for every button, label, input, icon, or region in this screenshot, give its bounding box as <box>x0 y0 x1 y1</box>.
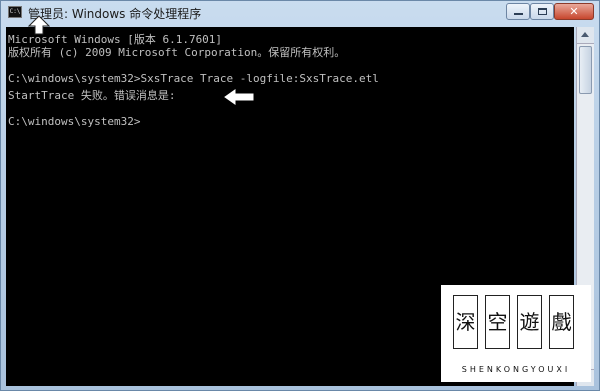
watermark-char: 戲 <box>549 295 574 349</box>
scroll-up-icon <box>581 32 589 37</box>
watermark-char: 遊 <box>517 295 542 349</box>
up-arrow-icon <box>28 15 50 35</box>
watermark-subtitle: SHENKONGYOUXI <box>461 365 571 374</box>
minimize-icon <box>514 13 523 15</box>
title-bar[interactable]: C:\ 管理员: Windows 命令处理程序 ✕ <box>1 1 600 25</box>
watermark-char: 深 <box>453 295 478 349</box>
maximize-button[interactable] <box>530 3 554 20</box>
close-icon: ✕ <box>569 5 579 18</box>
console-line: StartTrace 失败。错误消息是: <box>8 89 176 102</box>
window-title: 管理员: Windows 命令处理程序 <box>28 7 202 21</box>
watermark-logo: 深 空 遊 戲 SHENKONGYOUXI <box>441 285 591 382</box>
minimize-button[interactable] <box>506 3 530 20</box>
close-button[interactable]: ✕ <box>554 3 594 20</box>
maximize-icon <box>538 8 547 15</box>
watermark-char: 空 <box>485 295 510 349</box>
left-arrow-icon <box>224 89 254 105</box>
scroll-up-button[interactable] <box>577 27 594 44</box>
console-line: C:\windows\system32>SxsTrace Trace -logf… <box>8 72 379 85</box>
cmd-icon[interactable]: C:\ <box>8 6 22 18</box>
console-prompt: C:\windows\system32> <box>8 115 141 128</box>
console-line: 版权所有 (c) 2009 Microsoft Corporation。保留所有… <box>8 46 346 59</box>
scroll-thumb[interactable] <box>579 46 592 94</box>
